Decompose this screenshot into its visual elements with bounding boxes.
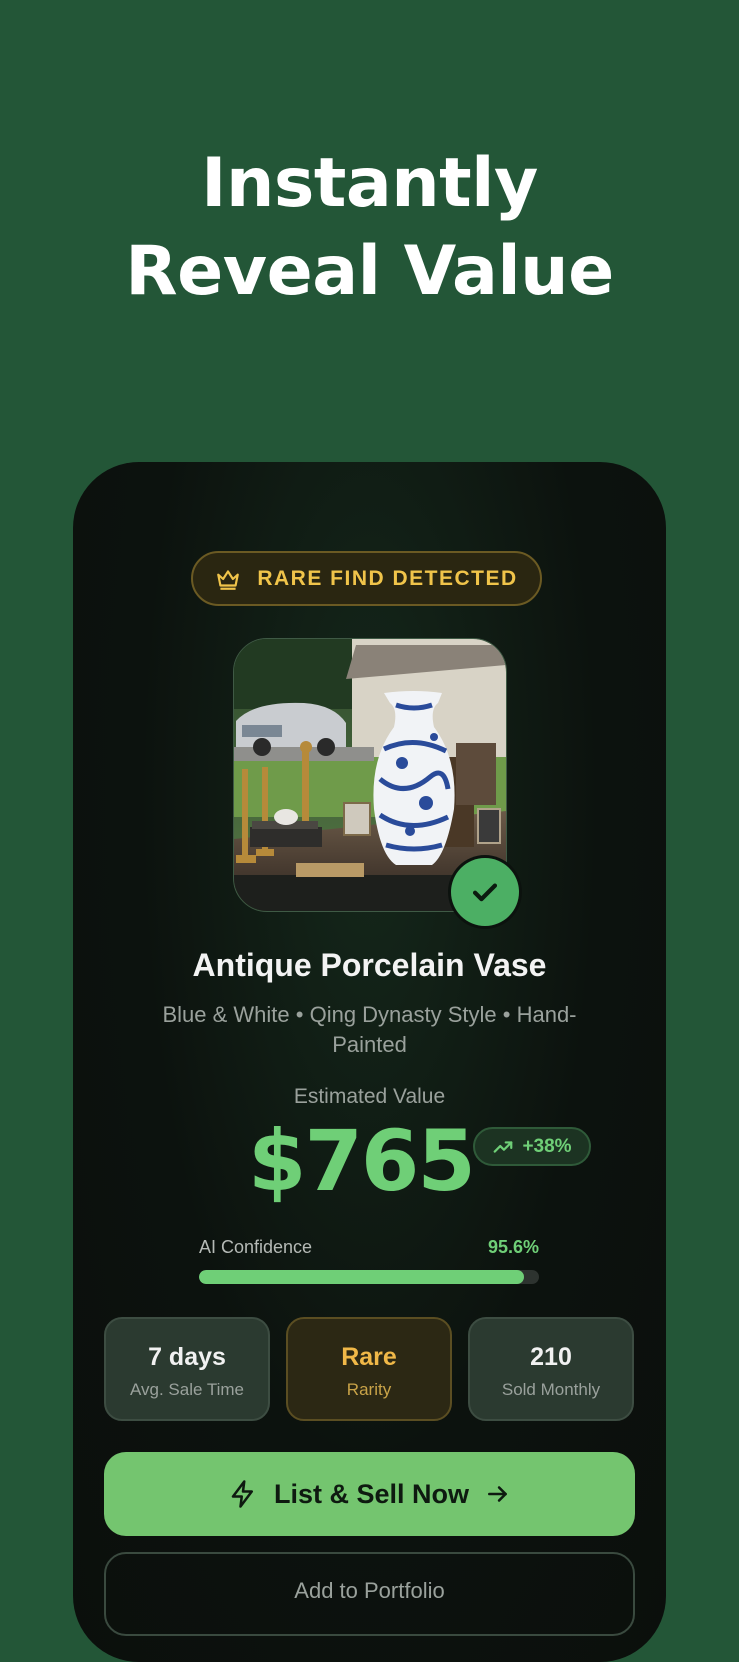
estimated-value-label: Estimated Value: [293, 1085, 446, 1108]
trend-badge: +38%: [473, 1127, 591, 1166]
arrow-right-icon: [488, 1486, 507, 1502]
add-to-portfolio-label: Add to Portfolio: [294, 1578, 445, 1603]
crown-icon: [217, 569, 240, 590]
verified-check-badge: [451, 858, 519, 926]
check-icon: [472, 883, 498, 902]
stat-value: 210: [530, 1343, 572, 1371]
hero-title-line-1: Instantly: [201, 144, 538, 223]
trend-value: +38%: [522, 1135, 572, 1157]
stat-rarity: Rare Rarity: [286, 1317, 452, 1421]
stat-value: Rare: [341, 1343, 397, 1371]
stat-label: Avg. Sale Time: [129, 1380, 245, 1399]
add-to-portfolio-button[interactable]: Add to Portfolio: [104, 1552, 635, 1636]
confidence-bar: [199, 1270, 539, 1284]
item-description: Blue & White • Qing Dynasty Style • Hand…: [162, 1002, 577, 1057]
item-name: Antique Porcelain Vase: [192, 947, 547, 983]
ai-confidence-row: AI Confidence 95.6%: [199, 1237, 539, 1258]
lightning-icon: [231, 1480, 253, 1508]
stat-label: Sold Monthly: [501, 1380, 601, 1399]
hero-title: Instantly Reveal Value: [0, 140, 739, 316]
stat-value: 7 days: [148, 1343, 226, 1371]
confidence-bar-fill: [199, 1270, 525, 1284]
stat-avg-sale-time: 7 days Avg. Sale Time: [104, 1317, 270, 1421]
hero-title-line-2: Reveal Value: [125, 232, 614, 311]
estimated-price: $765: [248, 1112, 476, 1210]
confidence-label: AI Confidence: [199, 1237, 313, 1257]
stat-sold-monthly: 210 Sold Monthly: [468, 1317, 634, 1421]
rare-find-badge: RARE FIND DETECTED: [191, 551, 542, 606]
trending-up-icon: [494, 1140, 513, 1153]
phone-mockup: RARE FIND DETECTED Antique Porcelain Vas…: [73, 462, 666, 1662]
stat-label: Rarity: [346, 1380, 392, 1399]
list-and-sell-label: List & Sell Now: [273, 1478, 470, 1509]
confidence-value: 95.6%: [487, 1237, 539, 1257]
list-and-sell-button[interactable]: List & Sell Now: [104, 1452, 635, 1536]
badge-label: RARE FIND DETECTED: [257, 566, 518, 590]
